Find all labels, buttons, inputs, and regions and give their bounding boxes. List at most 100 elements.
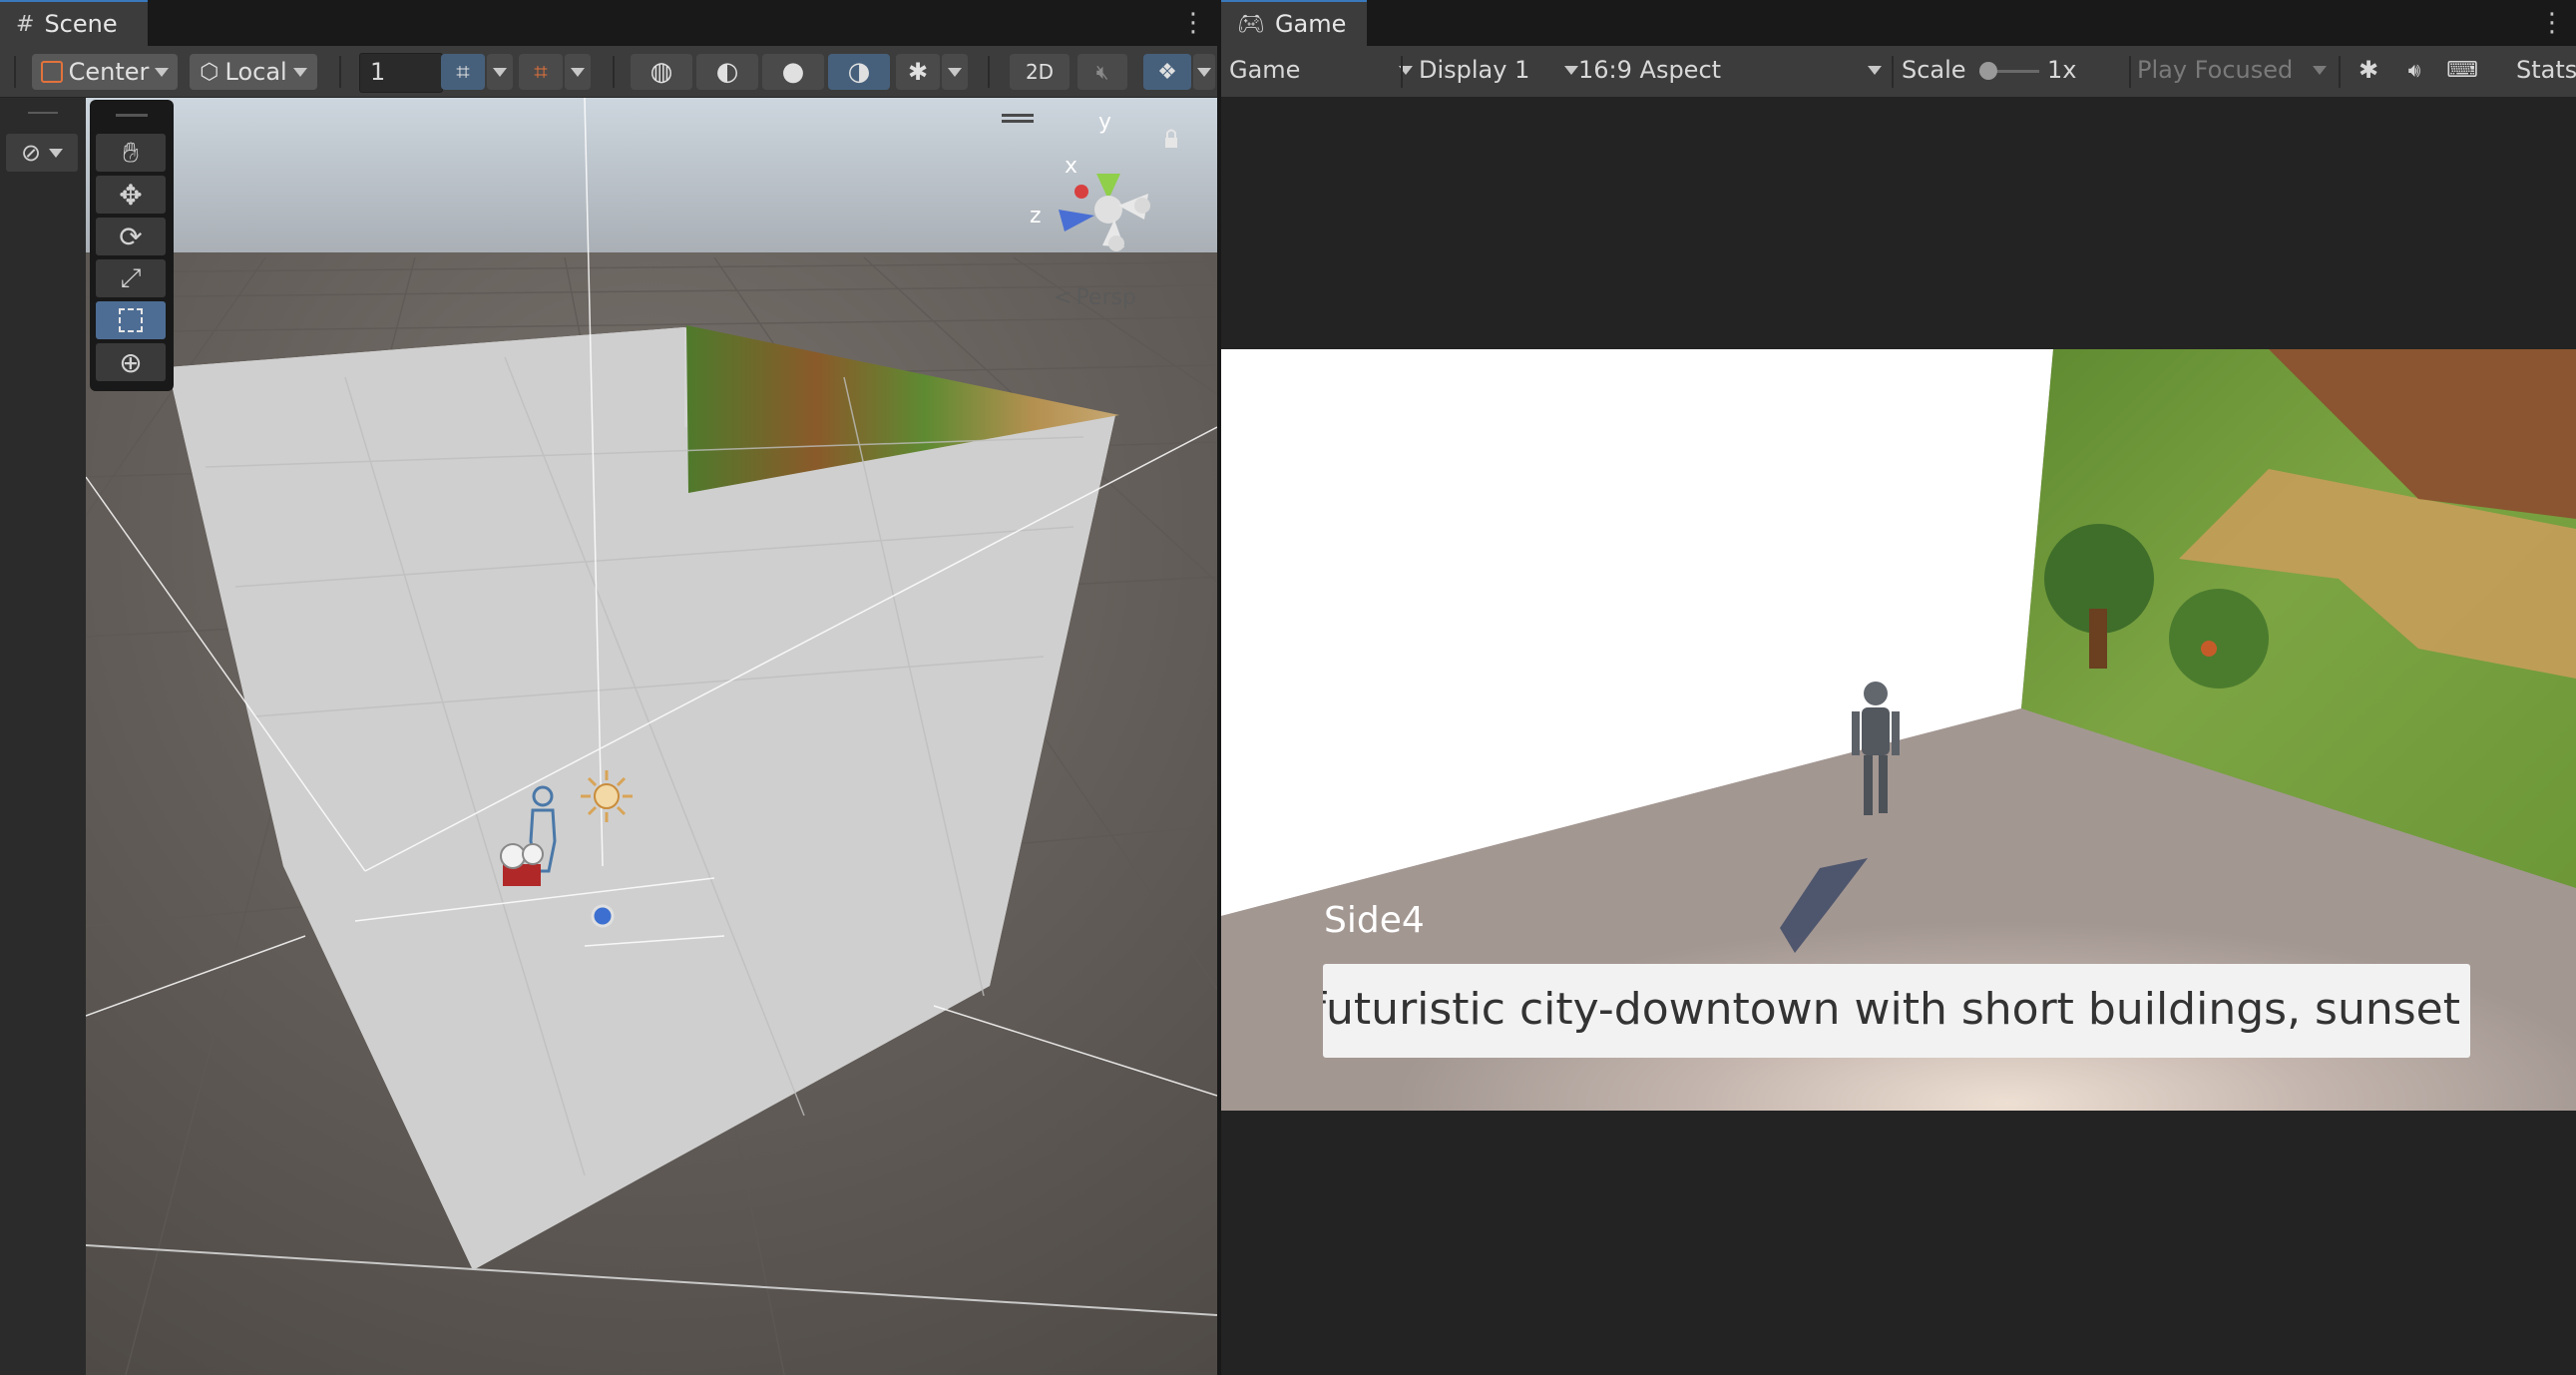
move-icon: ✥: [119, 178, 143, 212]
transform-tool-button[interactable]: ⊕: [96, 343, 166, 381]
gamepad-icon: 🎮︎: [1237, 11, 1265, 37]
scene-toolbar: Center ⬡ Local 1 ⌗ ⌗ ◍ ◐ ● ◑ ✱ 2D 🔇︎ ❖: [0, 46, 1217, 98]
debug-draw-mode-button[interactable]: ✱: [896, 54, 940, 90]
space-dropdown[interactable]: ⬡ Local: [190, 54, 317, 90]
prompt-input-text: futuristic city-downtown with short buil…: [1323, 984, 2460, 1035]
rail-grip[interactable]: [28, 112, 58, 114]
increment-snap-icon: ⌗: [534, 58, 548, 86]
audio-source-icon[interactable]: [591, 904, 615, 928]
pivot-icon: [40, 61, 63, 83]
gizmo-grip[interactable]: [1002, 114, 1034, 117]
keyboard-button[interactable]: ⌨: [2442, 50, 2482, 90]
scene-grid-icon: #: [16, 11, 35, 37]
toolbar-separator: [613, 56, 615, 88]
chevron-down-icon: [493, 67, 507, 77]
increment-snap-toggle[interactable]: ⌗: [519, 54, 563, 90]
toolbar-separator: [2339, 56, 2341, 88]
chevron-down-icon: [2313, 65, 2327, 75]
camera-gizmo-icon[interactable]: [500, 843, 544, 886]
effects-toggle[interactable]: ❖: [1143, 54, 1191, 90]
transform-icon: ⊕: [119, 345, 143, 379]
chevron-down-icon: [1197, 67, 1211, 77]
hand-icon: ✋︎: [123, 136, 139, 169]
frame-debugger-button[interactable]: ✱: [2349, 50, 2388, 90]
tab-scene-label: Scene: [44, 10, 118, 38]
scale-slider[interactable]: [1979, 60, 2039, 84]
gizmo-axis-z-label: z: [1030, 204, 1042, 229]
tab-game[interactable]: 🎮︎ Game: [1221, 0, 1367, 46]
shaded-wireframe-icon: ◐: [715, 57, 739, 87]
play-mode-dropdown[interactable]: Play Focused: [2137, 50, 2333, 90]
display-label: Display 1: [1419, 56, 1530, 84]
toolbar-separator: [339, 56, 341, 88]
chevron-down-icon: [571, 67, 585, 77]
tab-scene[interactable]: # Scene: [0, 0, 148, 46]
grid-size-field[interactable]: 1: [359, 53, 443, 93]
gizmo-axis-x-label: x: [1065, 154, 1078, 179]
view-type-dropdown[interactable]: Game: [1229, 50, 1419, 90]
tools-grip[interactable]: [116, 114, 148, 117]
gizmo-axis-y-label: y: [1098, 110, 1112, 135]
scale-value: 1x: [2047, 56, 2077, 84]
orientation-dropdown[interactable]: ⊘: [6, 134, 78, 172]
debug-draw-mode-dropdown[interactable]: [942, 54, 968, 90]
game-more-menu-icon[interactable]: ⋮: [2539, 0, 2565, 46]
toolbar-separator: [1892, 56, 1894, 88]
view-type-label: Game: [1229, 56, 1301, 84]
grid-snap-dropdown[interactable]: [487, 54, 513, 90]
toolbar-grip: [14, 56, 16, 88]
chevron-down-icon: [948, 67, 962, 77]
tools-overlay: ✋︎ ✥ ⟳ ⤢ ⊕: [90, 100, 174, 391]
mute-icon: 🔇︎: [1095, 60, 1109, 84]
shading-shadedwire-button[interactable]: ◐: [696, 54, 758, 90]
scene-overlay-rail: ⊘: [0, 98, 86, 1375]
increment-snap-dropdown[interactable]: [565, 54, 591, 90]
chevron-down-icon: [49, 148, 64, 158]
shading-wireframe-button[interactable]: ◍: [631, 54, 692, 90]
stats-toggle[interactable]: Stats: [2516, 50, 2576, 90]
side-label: Side4: [1324, 900, 1425, 941]
bug-icon: ✱: [2358, 56, 2379, 84]
gizmo-grip: [1002, 120, 1034, 123]
mode-2d-toggle[interactable]: 2D: [1010, 54, 1070, 90]
projection-label: Persp: [1075, 285, 1136, 310]
mode-2d-label: 2D: [1025, 60, 1055, 84]
chevron-down-icon: [1868, 65, 1882, 75]
rect-transform-icon: [119, 308, 143, 332]
chevron-down-icon: [292, 67, 307, 77]
chevron-down-icon: [1564, 65, 1578, 75]
projection-toggle[interactable]: < Persp: [1054, 285, 1136, 310]
view-tool-button[interactable]: ✋︎: [96, 134, 166, 172]
effects-dropdown[interactable]: [1193, 54, 1215, 90]
game-tab-bar: [1221, 0, 2576, 46]
prompt-input[interactable]: futuristic city-downtown with short buil…: [1323, 964, 2470, 1058]
game-toolbar: Game Display 1 16:9 Aspect Scale 1x Play…: [1221, 46, 2576, 98]
scale-slider-thumb[interactable]: [1979, 62, 1997, 80]
cube-icon: ⬡: [200, 59, 219, 85]
aspect-dropdown[interactable]: 16:9 Aspect: [1578, 50, 1888, 90]
speaker-icon: 🔊︎: [2407, 58, 2421, 82]
scene-viewport[interactable]: [86, 98, 1217, 1375]
scene-more-menu-icon[interactable]: ⋮: [1180, 0, 1206, 46]
shading-unlit-button[interactable]: ◑: [828, 54, 890, 90]
audio-toggle[interactable]: 🔇︎: [1077, 54, 1127, 90]
keyboard-icon: ⌨: [2446, 57, 2478, 83]
display-dropdown[interactable]: Display 1: [1419, 50, 1580, 90]
toolbar-separator: [1401, 56, 1403, 88]
chevron-down-icon: [155, 67, 170, 77]
sky-backdrop: [86, 98, 1217, 257]
move-tool-button[interactable]: ✥: [96, 176, 166, 214]
tree-right: [2169, 589, 2269, 688]
toolbar-separator: [2129, 56, 2131, 88]
grid-snap-toggle[interactable]: ⌗: [441, 54, 485, 90]
shaded-sphere-icon: ●: [781, 57, 805, 87]
unlit-sphere-icon: ◑: [847, 57, 871, 87]
mute-audio-button[interactable]: 🔊︎: [2394, 50, 2434, 90]
rotate-tool-button[interactable]: ⟳: [96, 218, 166, 255]
scale-tool-button[interactable]: ⤢: [96, 259, 166, 297]
pivot-dropdown[interactable]: Center: [32, 54, 178, 90]
wireframe-sphere-icon: ◍: [649, 57, 673, 87]
shading-shaded-button[interactable]: ●: [762, 54, 824, 90]
rect-tool-button[interactable]: [96, 301, 166, 339]
toolbar-separator: [988, 56, 990, 88]
